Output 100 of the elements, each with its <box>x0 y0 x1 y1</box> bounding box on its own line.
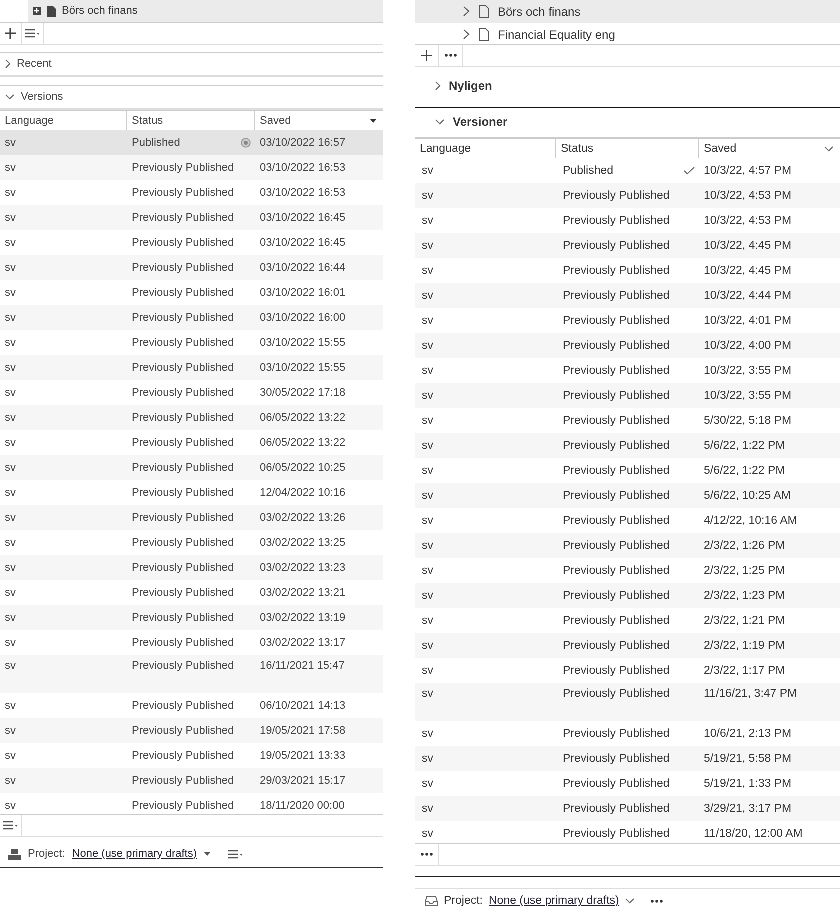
menu-button[interactable] <box>22 23 44 44</box>
table-cell: sv <box>422 640 434 652</box>
table-cell: 10/3/22, 3:55 PM <box>704 364 792 376</box>
table-cell: sv <box>5 186 16 198</box>
table-row[interactable]: sv Previously Published 12/04/2022 10:16 <box>0 480 383 505</box>
table-row[interactable]: sv Previously Published 5/30/22, 5:18 PM <box>415 408 840 433</box>
table-row[interactable]: sv Previously Published 18/11/2020 00:00 <box>0 793 383 814</box>
table-cell: 10/3/22, 4:01 PM <box>704 314 792 326</box>
table-row[interactable]: sv Previously Published 06/05/2022 13:22 <box>0 405 383 430</box>
table-row[interactable]: sv Previously Published 03/02/2022 13:21 <box>0 580 383 605</box>
table-row[interactable]: sv Previously Published 03/10/2022 15:55 <box>0 330 383 355</box>
column-title: Language <box>5 114 54 126</box>
table-row[interactable]: sv Previously Published 5/6/22, 10:25 AM <box>415 483 840 508</box>
menu-button[interactable] <box>228 850 244 858</box>
table-row[interactable]: sv Previously Published 03/10/2022 16:44 <box>0 255 383 280</box>
table-row[interactable]: sv Previously Published 03/02/2022 13:19 <box>0 605 383 630</box>
table-cell: 5/6/22, 1:22 PM <box>704 464 786 476</box>
table-row[interactable]: sv Previously Published 30/05/2022 17:18 <box>0 380 383 405</box>
table-cell: 10/3/22, 4:53 PM <box>704 214 792 226</box>
table-cell: sv <box>5 336 16 348</box>
table-row[interactable]: sv Previously Published 3/29/21, 3:17 PM <box>415 796 840 821</box>
table-row[interactable]: sv Previously Published 5/19/21, 5:58 PM <box>415 746 840 771</box>
table-row[interactable]: sv Previously Published 5/19/21, 1:33 PM <box>415 771 840 796</box>
table-row[interactable]: sv Previously Published 19/05/2021 17:58 <box>0 718 383 743</box>
table-cell: 18/11/2020 00:00 <box>260 800 345 812</box>
menu-button[interactable] <box>0 815 22 836</box>
table-row[interactable]: sv Previously Published 2/3/22, 1:19 PM <box>415 633 840 658</box>
table-row[interactable]: sv Previously Published 10/3/22, 4:44 PM <box>415 283 840 308</box>
table-row[interactable]: sv Previously Published 2/3/22, 1:26 PM <box>415 533 840 558</box>
table-cell: Previously Published <box>563 540 670 552</box>
project-link[interactable]: None (use primary drafts) <box>72 848 198 860</box>
table-row[interactable]: sv Previously Published 06/05/2022 10:25 <box>0 455 383 480</box>
table-row[interactable]: sv Previously Published 03/10/2022 16:00 <box>0 305 383 330</box>
table-row[interactable]: sv Previously Published 03/10/2022 16:01 <box>0 280 383 305</box>
chevron-down-icon <box>5 94 15 100</box>
section-header[interactable]: Versioner <box>415 107 840 134</box>
table-row[interactable]: sv Previously Published 10/3/22, 4:53 PM <box>415 208 840 233</box>
table-cell: 03/10/2022 16:01 <box>260 286 346 298</box>
table-row[interactable]: sv Previously Published 03/02/2022 13:25 <box>0 530 383 555</box>
table-row[interactable]: sv Previously Published 03/02/2022 13:17 <box>0 630 383 655</box>
expand-plus-icon[interactable] <box>33 7 41 15</box>
column-header[interactable]: Saved <box>255 111 383 130</box>
more-icon <box>651 900 664 902</box>
section-header[interactable]: Nyligen <box>415 74 840 98</box>
tree-item-label: Financial Equality eng <box>498 28 616 42</box>
chevron-down-icon[interactable] <box>625 898 636 904</box>
table-row[interactable]: sv Previously Published 06/05/2022 13:22 <box>0 430 383 455</box>
table-cell: sv <box>5 436 16 448</box>
table-row[interactable]: sv Previously Published 10/3/22, 4:01 PM <box>415 308 840 333</box>
table-row[interactable]: sv Previously Published 2/3/22, 1:25 PM <box>415 558 840 583</box>
column-header[interactable]: Status <box>556 139 699 158</box>
table-row[interactable]: sv Previously Published 03/02/2022 13:23 <box>0 555 383 580</box>
chevron-right-icon[interactable] <box>463 29 470 40</box>
table-row[interactable]: sv Previously Published 5/6/22, 1:22 PM <box>415 458 840 483</box>
table-cell: Previously Published <box>563 440 670 452</box>
section-header[interactable]: Versions <box>0 85 383 110</box>
table-row[interactable]: sv Published 10/3/22, 4:57 PM <box>415 158 840 183</box>
tree-item[interactable]: Börs och finans <box>415 0 840 23</box>
table-row[interactable]: sv Previously Published 2/3/22, 1:17 PM <box>415 658 840 683</box>
table-cell: sv <box>422 440 434 452</box>
table-row[interactable]: sv Previously Published 03/10/2022 16:45 <box>0 205 383 230</box>
table-row[interactable]: sv Previously Published 5/6/22, 1:22 PM <box>415 433 840 458</box>
table-row[interactable]: sv Previously Published 29/03/2021 15:17 <box>0 768 383 793</box>
table-row[interactable]: sv Previously Published 03/10/2022 15:55 <box>0 355 383 380</box>
more-button[interactable] <box>651 900 664 902</box>
table-row[interactable]: sv Previously Published 03/10/2022 16:45 <box>0 230 383 255</box>
table-row[interactable]: sv Previously Published 03/10/2022 16:53 <box>0 180 383 205</box>
section-title: Versions <box>21 91 64 103</box>
table-row[interactable]: sv Previously Published 10/3/22, 4:00 PM <box>415 333 840 358</box>
table-row[interactable]: sv Previously Published 10/3/22, 4:45 PM <box>415 233 840 258</box>
table-cell: 16/11/2021 15:47 <box>260 660 345 672</box>
table-row[interactable]: sv Previously Published 11/18/20, 12:00 AM <box>415 821 840 843</box>
table-row[interactable]: sv Previously Published 2/3/22, 1:23 PM <box>415 583 840 608</box>
caret-icon[interactable] <box>204 852 212 856</box>
chevron-right-icon[interactable] <box>463 6 470 17</box>
table-row[interactable]: sv Previously Published 16/11/2021 15:47 <box>0 655 383 693</box>
table-row[interactable]: sv Previously Published 10/3/22, 4:45 PM <box>415 258 840 283</box>
project-link[interactable]: None (use primary drafts) <box>489 895 620 907</box>
table-row[interactable]: sv Previously Published 19/05/2021 13:33 <box>0 743 383 768</box>
table-row[interactable]: sv Previously Published 06/10/2021 14:13 <box>0 693 383 718</box>
table-row[interactable]: sv Previously Published 4/12/22, 10:16 AM <box>415 508 840 533</box>
table-cell: 29/03/2021 15:17 <box>260 774 346 786</box>
table-row[interactable]: sv Published 03/10/2022 16:57 <box>0 130 383 155</box>
table-row[interactable]: sv Previously Published 10/3/22, 4:53 PM <box>415 183 840 208</box>
table-row[interactable]: sv Previously Published 10/6/21, 2:13 PM <box>415 721 840 746</box>
table-row[interactable]: sv Previously Published 03/10/2022 16:53 <box>0 155 383 180</box>
table-cell: sv <box>5 236 16 248</box>
table-row[interactable]: sv Previously Published 10/3/22, 3:55 PM <box>415 383 840 408</box>
table-cell: 03/02/2022 13:23 <box>260 562 346 574</box>
table-row[interactable]: sv Previously Published 10/3/22, 3:55 PM <box>415 358 840 383</box>
table-cell: Previously Published <box>563 664 670 676</box>
table-row[interactable]: sv Previously Published 11/16/21, 3:47 PM <box>415 683 840 721</box>
table-row[interactable]: sv Previously Published 03/02/2022 13:26 <box>0 505 383 530</box>
column-header[interactable]: Saved <box>699 139 840 158</box>
section-header[interactable]: Recent <box>0 52 383 77</box>
chevron-right-icon <box>435 81 441 91</box>
table-cell: 11/18/20, 12:00 AM <box>704 828 803 840</box>
tree-item-label: Börs och finans <box>62 5 138 17</box>
column-header[interactable]: Language <box>415 139 556 158</box>
table-row[interactable]: sv Previously Published 2/3/22, 1:21 PM <box>415 608 840 633</box>
